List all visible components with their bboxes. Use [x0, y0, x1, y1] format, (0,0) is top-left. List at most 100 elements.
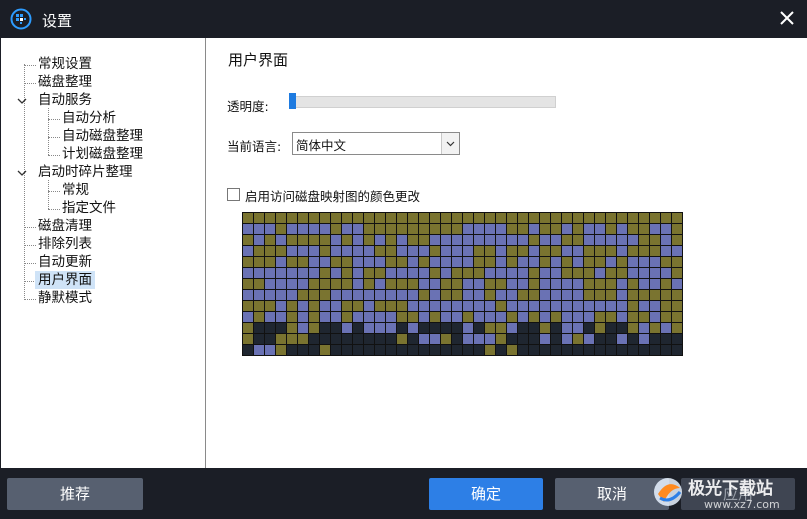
disk-cluster-cell	[584, 213, 594, 223]
chevron-down-icon[interactable]	[17, 168, 27, 178]
disk-cluster-cell	[375, 235, 385, 245]
language-select[interactable]: 简体中文	[292, 132, 460, 155]
disk-cluster-cell	[617, 323, 627, 333]
disk-cluster-cell	[562, 279, 572, 289]
disk-cluster-cell	[562, 268, 572, 278]
disk-cluster-cell	[254, 213, 264, 223]
disk-cluster-cell	[463, 301, 473, 311]
slider-thumb[interactable]	[289, 93, 296, 109]
disk-cluster-cell	[485, 334, 495, 344]
disk-cluster-cell	[441, 246, 451, 256]
color-change-checkbox[interactable]	[227, 188, 240, 201]
disk-cluster-cell	[639, 268, 649, 278]
disk-cluster-cell	[364, 301, 374, 311]
disk-cluster-cell	[441, 224, 451, 234]
disk-cluster-cell	[628, 224, 638, 234]
disk-cluster-cell	[397, 257, 407, 267]
disk-cluster-cell	[573, 334, 583, 344]
disk-cluster-cell	[298, 224, 308, 234]
disk-cluster-cell	[617, 246, 627, 256]
disk-cluster-cell	[672, 268, 682, 278]
disk-cluster-cell	[595, 213, 605, 223]
disk-cluster-cell	[265, 323, 275, 333]
disk-cluster-cell	[595, 235, 605, 245]
disk-cluster-cell	[584, 312, 594, 322]
disk-cluster-cell	[276, 257, 286, 267]
disk-cluster-cell	[485, 235, 495, 245]
disk-cluster-cell	[529, 257, 539, 267]
nav-item-boot-general[interactable]: 常规	[62, 181, 89, 199]
disk-cluster-cell	[320, 246, 330, 256]
disk-cluster-cell	[628, 345, 638, 355]
disk-cluster-cell	[331, 290, 341, 300]
disk-cluster-cell	[386, 224, 396, 234]
transparency-slider[interactable]	[289, 93, 556, 109]
disk-cluster-cell	[441, 323, 451, 333]
disk-cluster-cell	[573, 323, 583, 333]
disk-cluster-cell	[496, 323, 506, 333]
disk-cluster-cell	[331, 246, 341, 256]
nav-item-user-interface[interactable]: 用户界面	[35, 271, 95, 289]
disk-cluster-cell	[617, 301, 627, 311]
disk-cluster-cell	[518, 312, 528, 322]
nav-item-auto-analyze[interactable]: 自动分析	[62, 109, 116, 127]
disk-cluster-cell	[672, 224, 682, 234]
disk-cluster-cell	[430, 235, 440, 245]
disk-cluster-cell	[639, 224, 649, 234]
nav-item-silent-mode[interactable]: 静默模式	[38, 289, 92, 307]
nav-item-auto-update[interactable]: 自动更新	[38, 253, 92, 271]
disk-cluster-cell	[463, 246, 473, 256]
disk-cluster-cell	[353, 290, 363, 300]
nav-item-boot-defrag[interactable]: 启动时碎片整理	[38, 163, 133, 181]
watermark-url: www.xz7.com	[704, 498, 780, 511]
ok-button[interactable]: 确定	[429, 478, 543, 510]
nav-item-auto-defrag[interactable]: 自动磁盘整理	[62, 127, 143, 145]
disk-cluster-cell	[496, 334, 506, 344]
disk-cluster-cell	[419, 345, 429, 355]
disk-cluster-cell	[276, 213, 286, 223]
disk-cluster-cell	[342, 323, 352, 333]
disk-cluster-cell	[342, 290, 352, 300]
disk-cluster-cell	[320, 345, 330, 355]
disk-cluster-cell	[353, 312, 363, 322]
disk-cluster-cell	[463, 235, 473, 245]
nav-item-scheduled-defrag[interactable]: 计划磁盘整理	[62, 145, 143, 163]
nav-item-disk-cleanup[interactable]: 磁盘清理	[38, 217, 92, 235]
dropdown-button[interactable]	[441, 133, 459, 154]
disk-cluster-cell	[298, 213, 308, 223]
transparency-label: 透明度:	[227, 99, 269, 114]
disk-cluster-cell	[661, 312, 671, 322]
tree-line	[48, 209, 60, 210]
disk-cluster-cell	[617, 312, 627, 322]
nav-item-general-settings[interactable]: 常规设置	[38, 55, 92, 73]
disk-cluster-cell	[375, 213, 385, 223]
disk-cluster-cell	[463, 224, 473, 234]
disk-cluster-cell	[353, 268, 363, 278]
disk-cluster-cell	[276, 235, 286, 245]
nav-item-exclusion-list[interactable]: 排除列表	[38, 235, 92, 253]
disk-cluster-cell	[265, 268, 275, 278]
nav-item-disk-defrag[interactable]: 磁盘整理	[38, 73, 92, 91]
disk-cluster-cell	[639, 312, 649, 322]
disk-cluster-cell	[518, 290, 528, 300]
disk-cluster-cell	[529, 290, 539, 300]
close-icon[interactable]	[777, 8, 797, 28]
recommend-button[interactable]: 推荐	[7, 478, 143, 510]
disk-cluster-cell	[287, 301, 297, 311]
disk-cluster-cell	[650, 213, 660, 223]
disk-cluster-cell	[628, 323, 638, 333]
disk-cluster-cell	[529, 301, 539, 311]
disk-cluster-cell	[287, 268, 297, 278]
disk-cluster-cell	[573, 213, 583, 223]
nav-item-specified-files[interactable]: 指定文件	[62, 199, 116, 217]
nav-item-auto-service[interactable]: 自动服务	[38, 91, 92, 109]
disk-cluster-cell	[353, 224, 363, 234]
disk-cluster-cell	[518, 301, 528, 311]
disk-cluster-cell	[573, 301, 583, 311]
disk-cluster-cell	[287, 290, 297, 300]
disk-cluster-cell	[595, 323, 605, 333]
disk-cluster-cell	[298, 345, 308, 355]
disk-cluster-cell	[463, 213, 473, 223]
chevron-down-icon[interactable]	[17, 96, 27, 106]
disk-cluster-cell	[584, 290, 594, 300]
